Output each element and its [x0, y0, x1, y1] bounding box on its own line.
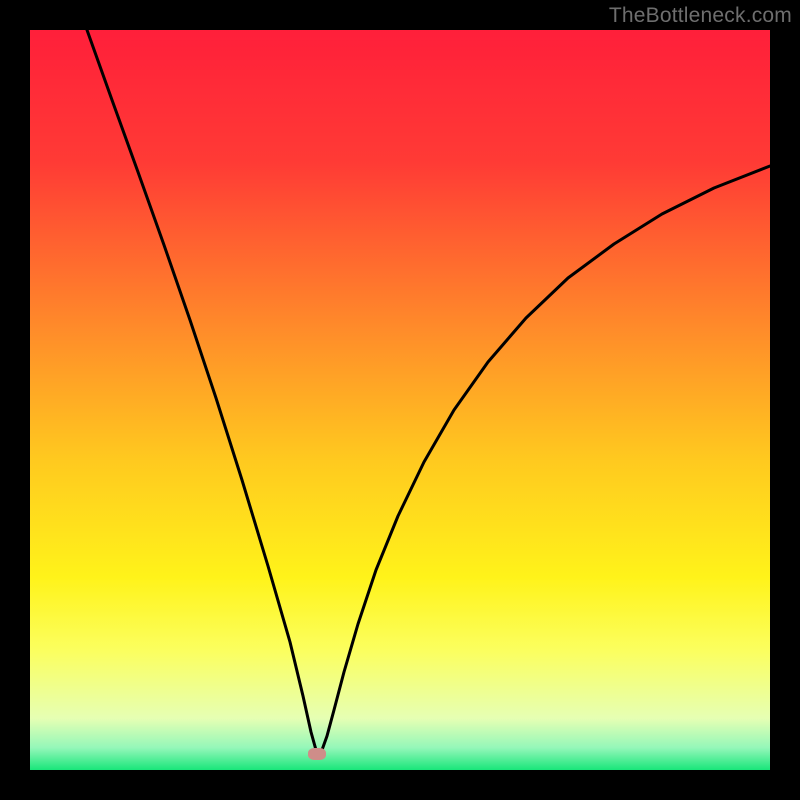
- attribution-text: TheBottleneck.com: [609, 4, 792, 28]
- plot-area: [30, 30, 770, 770]
- curve-svg: [30, 30, 770, 770]
- bottleneck-curve: [87, 30, 770, 754]
- chart-stage: TheBottleneck.com: [0, 0, 800, 800]
- optimum-marker: [308, 748, 326, 760]
